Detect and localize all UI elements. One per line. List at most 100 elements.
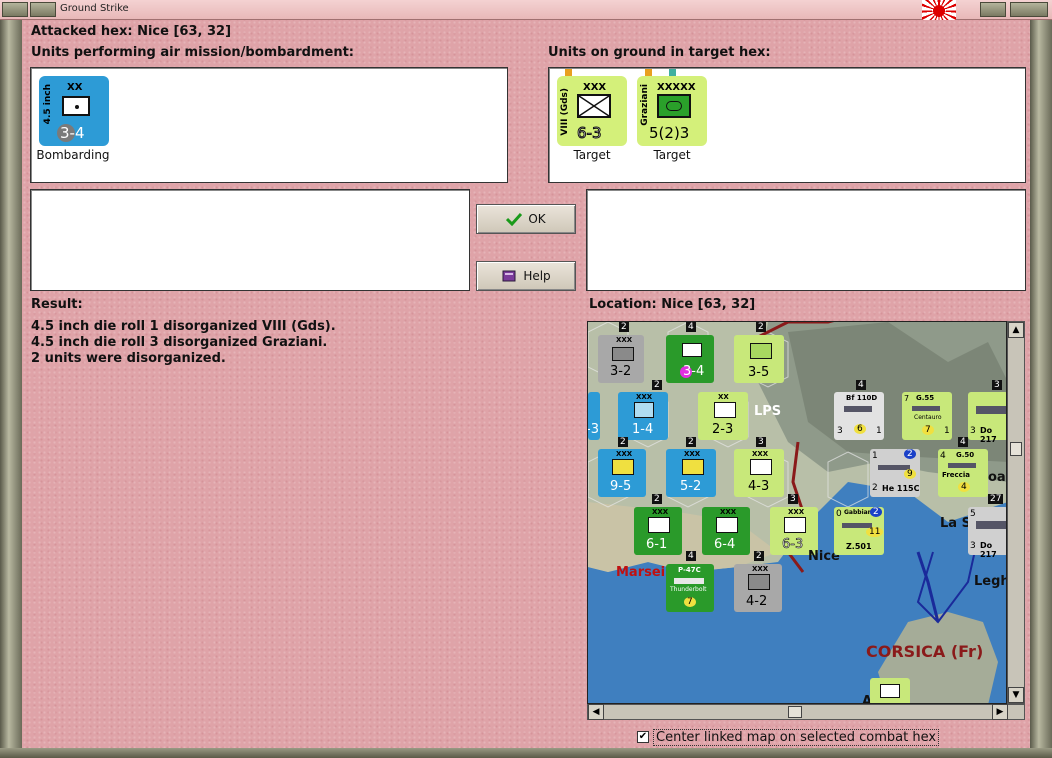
- horizontal-scroll-thumb[interactable]: [788, 706, 802, 718]
- stack-count: 2: [756, 322, 766, 332]
- ground-unit-size: XXXXX: [657, 82, 696, 93]
- help-button[interactable]: Help: [476, 261, 576, 291]
- map-unit[interactable]: -3: [588, 392, 600, 440]
- air-name: Do 217: [980, 426, 997, 444]
- air-name: Z.501: [846, 542, 872, 551]
- air-top: 2: [904, 449, 916, 459]
- air-left: 4: [940, 451, 946, 461]
- stack-count: 4: [856, 380, 866, 390]
- map-unit-size: XXX: [752, 450, 769, 458]
- ground-unit-counter-1[interactable]: VIII (Gds) XXX 6-3: [557, 76, 627, 146]
- air-left: 0: [836, 509, 842, 519]
- help-book-icon: [502, 270, 516, 282]
- map-unit[interactable]: XXX 9-5: [598, 449, 646, 497]
- map-air-unit[interactable]: Bf 110D 3 6 1: [834, 392, 884, 440]
- stack-count: 27: [988, 494, 1004, 504]
- unit-symbol-icon: [682, 343, 702, 357]
- place-corsica: CORSICA (Fr): [866, 642, 984, 661]
- ground-unit-name: VIII (Gds): [560, 88, 570, 136]
- scroll-down-icon[interactable]: ▼: [1008, 687, 1024, 703]
- map-unit-size: XXX: [720, 508, 737, 516]
- map-air-unit[interactable]: 4 G.50 Freccia 4: [938, 449, 988, 497]
- map-unit-strength: 3-4: [683, 364, 705, 379]
- window-title: Ground Strike: [60, 3, 129, 14]
- map-unit-strength: 1-4: [632, 422, 654, 437]
- bottom-frame: [0, 748, 1052, 758]
- ground-unit-status: Target: [653, 148, 691, 162]
- ok-button[interactable]: OK: [476, 204, 576, 234]
- air-right: 2: [872, 483, 878, 493]
- ground-units-panel: VIII (Gds) XXX 6-3 Target Graziani XXXXX…: [548, 67, 1026, 183]
- scroll-up-icon[interactable]: ▲: [1008, 322, 1024, 338]
- center-map-checkbox-label[interactable]: Center linked map on selected combat hex: [653, 729, 940, 746]
- air-units-label: Units performing air mission/bombardment…: [31, 45, 355, 60]
- close-button[interactable]: [1010, 2, 1048, 17]
- air-sub: Centauro: [914, 414, 942, 421]
- map-unit-strength: 3-5: [748, 365, 770, 380]
- map-unit-size: XXX: [652, 508, 669, 516]
- linked-map[interactable]: XXX 3-2 2 3-4 4 3-5 2 -3 XXX 1-4 2 XX 2-…: [587, 321, 1007, 704]
- unit-symbol-icon: [612, 347, 634, 361]
- unit-symbol-icon: [880, 684, 900, 698]
- air-unit-size: XX: [67, 82, 83, 93]
- map-unit[interactable]: 3-5: [734, 335, 784, 383]
- scroll-left-icon[interactable]: ◀: [588, 704, 604, 720]
- air-value: 4: [958, 482, 970, 492]
- aircraft-icon: [842, 523, 872, 528]
- map-horizontal-scrollbar[interactable]: ◀ ▶: [587, 704, 1025, 720]
- aircraft-icon: [674, 578, 704, 584]
- air-right: 1: [876, 426, 882, 436]
- title-bar[interactable]: Ground Strike: [0, 0, 1052, 20]
- map-unit[interactable]: XXX 4-3: [734, 449, 784, 497]
- map-air-unit[interactable]: 1 2 9 2 He 115C: [870, 449, 920, 497]
- map-air-unit[interactable]: P-47C Thunderbolt 7: [666, 564, 714, 612]
- aircraft-icon: [844, 406, 872, 412]
- stack-count: 2: [652, 494, 662, 504]
- map-unit[interactable]: 3-4: [666, 335, 714, 383]
- air-sub: Freccia: [942, 471, 970, 479]
- unit-symbol-icon: [682, 459, 704, 475]
- vertical-scroll-thumb[interactable]: [1010, 442, 1022, 456]
- air-sub: Thunderbolt: [670, 586, 707, 593]
- air-name: G.50: [956, 451, 975, 459]
- map-unit[interactable]: XXX 6-1: [634, 507, 682, 555]
- marker-orange-icon: [645, 69, 652, 76]
- map-vertical-scrollbar[interactable]: ▲ ▼: [1007, 321, 1025, 704]
- air-left: 3: [970, 426, 976, 436]
- map-unit[interactable]: XXX 6-4: [702, 507, 750, 555]
- minimize-button[interactable]: [30, 2, 56, 17]
- map-unit-size: XXX: [636, 393, 653, 401]
- map-unit-strength: 4-3: [748, 479, 770, 494]
- air-right: 1: [944, 426, 950, 436]
- map-air-unit[interactable]: 3 Do 217: [968, 392, 1006, 444]
- stack-count: 2: [652, 380, 662, 390]
- ground-units-label: Units on ground in target hex:: [548, 45, 771, 60]
- infantry-symbol-icon: [577, 94, 611, 118]
- map-unit[interactable]: [870, 678, 910, 703]
- map-unit[interactable]: XX 2-3: [698, 392, 748, 440]
- air-unit-counter[interactable]: 4.5 inch XX 3-4: [39, 76, 109, 146]
- map-unit[interactable]: XXX 1-4: [618, 392, 668, 440]
- stack-count: 4: [958, 437, 968, 447]
- stack-count: 3: [756, 437, 766, 447]
- map-air-unit[interactable]: 5 3 Do 217: [968, 507, 1006, 559]
- center-map-checkbox[interactable]: ✔: [637, 731, 649, 743]
- map-unit[interactable]: XXX 3-2: [598, 335, 644, 383]
- map-unit-strength: 4-2: [746, 594, 768, 609]
- restore-button[interactable]: [980, 2, 1006, 17]
- map-unit-strength: 2-3: [712, 422, 734, 437]
- unit-symbol-icon: [750, 343, 772, 359]
- air-left: 7: [904, 394, 910, 403]
- ground-unit-strength: 5(2)3: [649, 124, 690, 142]
- map-air-unit[interactable]: 7 G.55 Centauro 7 1: [902, 392, 952, 440]
- air-unit-status: Bombarding: [36, 148, 110, 162]
- map-unit[interactable]: XXX 5-2: [666, 449, 716, 497]
- menu-button[interactable]: [2, 2, 28, 17]
- air-name: P-47C: [678, 566, 701, 574]
- map-unit-nice[interactable]: XXX 6-3: [770, 507, 818, 555]
- scroll-right-icon[interactable]: ▶: [992, 704, 1008, 720]
- ground-unit-counter-2[interactable]: Graziani XXXXX 5(2)3: [637, 76, 707, 146]
- air-top: 5: [970, 509, 976, 519]
- map-unit[interactable]: XXX 4-2: [734, 564, 782, 612]
- map-air-unit[interactable]: 0 Gabbiano 2 11 Z.501: [834, 507, 884, 555]
